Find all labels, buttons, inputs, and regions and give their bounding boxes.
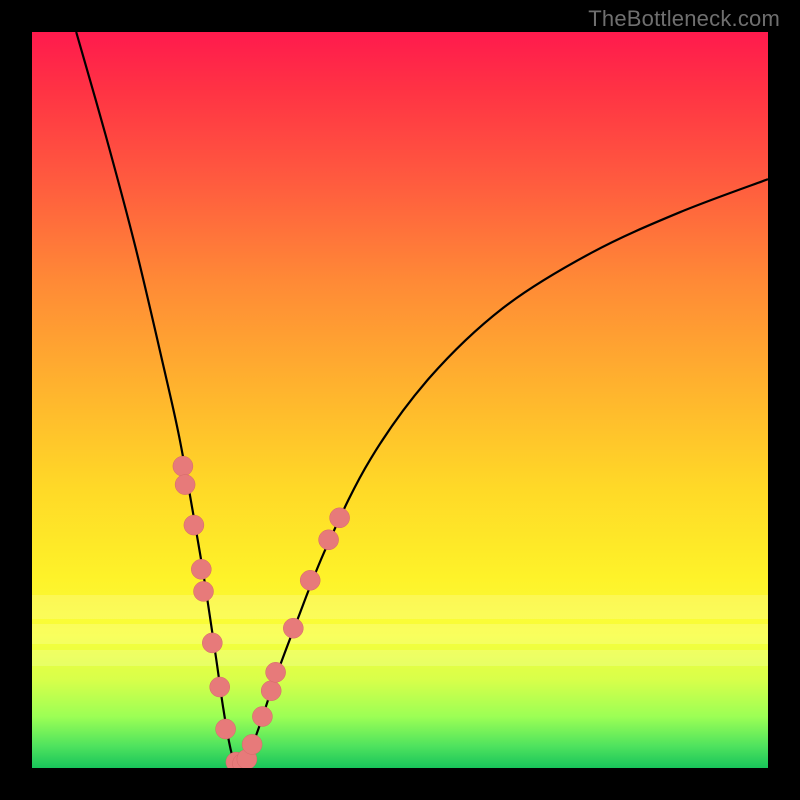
- data-dots: [173, 456, 350, 768]
- plot-area: [32, 32, 768, 768]
- data-dot: [300, 570, 320, 590]
- data-dot: [216, 719, 236, 739]
- bottleneck-curve: [76, 32, 768, 765]
- data-dot: [202, 633, 222, 653]
- outer-frame: TheBottleneck.com: [0, 0, 800, 800]
- data-dot: [191, 559, 211, 579]
- data-dot: [210, 677, 230, 697]
- data-dot: [266, 662, 286, 682]
- watermark-text: TheBottleneck.com: [588, 6, 780, 32]
- chart-svg: [32, 32, 768, 768]
- data-dot: [319, 530, 339, 550]
- data-dot: [173, 456, 193, 476]
- data-dot: [242, 734, 262, 754]
- data-dot: [330, 508, 350, 528]
- data-dot: [261, 681, 281, 701]
- data-dot: [283, 618, 303, 638]
- data-dot: [252, 707, 272, 727]
- data-dot: [175, 475, 195, 495]
- data-dot: [194, 581, 214, 601]
- data-dot: [184, 515, 204, 535]
